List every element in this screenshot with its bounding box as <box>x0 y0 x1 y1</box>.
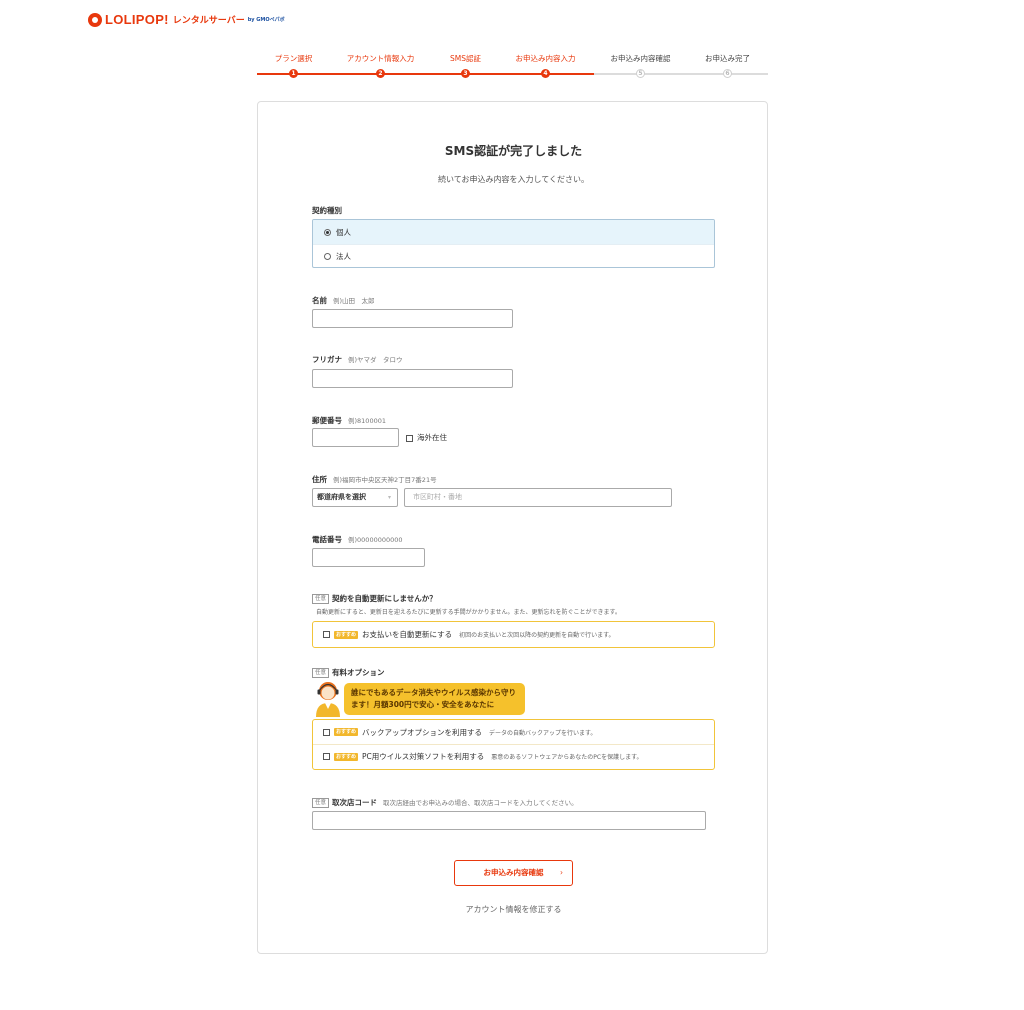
agency-hint: 取次店経由でお申込みの場合、取次店コードを入力してください。 <box>383 799 578 807</box>
step-number: 5 <box>636 69 645 78</box>
radio-label: 法人 <box>336 252 351 261</box>
auto-renew-label: 契約を自動更新にしませんか？ <box>332 594 437 603</box>
step-label: お申込み内容確認 <box>610 54 671 63</box>
step-label: プラン選択 <box>274 54 313 63</box>
optional-tag: 任意 <box>312 594 330 604</box>
radio-checked-icon <box>324 228 331 236</box>
checkbox-icon <box>406 434 413 442</box>
kana-label: フリガナ 例)ヤマダ タロウ <box>312 354 403 365</box>
step-number: 4 <box>541 69 550 78</box>
name-label-text: 名前 <box>312 296 327 305</box>
phone-hint: 例)00000000000 <box>348 536 403 544</box>
logo-subtitle: レンタルサーバー <box>172 16 245 26</box>
step-number: 1 <box>289 69 298 78</box>
address-label: 住所 例)福岡市中央区天神2丁目7番21号 <box>312 474 437 485</box>
step-label: お申込み内容入力 <box>515 54 576 63</box>
postal-label-text: 郵便番号 <box>312 416 342 425</box>
overseas-label: 海外在住 <box>417 433 447 442</box>
page-subtitle: 続いてお申込み内容を入力してください。 <box>437 175 590 184</box>
step-account: アカウント情報入力 2 <box>338 54 423 78</box>
recommend-badge: おすすめ <box>334 752 359 761</box>
radio-label: 個人 <box>336 227 351 237</box>
contract-type-group: 個人 法人 <box>312 219 715 268</box>
backup-option-desc: データの自動バックアップを行います。 <box>489 729 597 737</box>
step-number: 6 <box>723 69 732 78</box>
form-card: SMS認証が完了しました 続いてお申込み内容を入力してください。 契約種別 個人… <box>257 101 768 954</box>
name-hint: 例)山田 太郎 <box>333 297 375 305</box>
radio-corporation[interactable]: 法人 <box>313 244 714 267</box>
postal-label: 郵便番号 例)8100001 <box>312 415 386 426</box>
overseas-checkbox[interactable]: 海外在住 <box>406 432 447 443</box>
checkbox-icon <box>323 753 330 760</box>
auto-renew-description: 自動更新にすると、更新日を迎えるたびに更新する手間がかかりません。また、更新忘れ… <box>316 609 621 616</box>
step-sms: SMS認証 3 <box>423 54 508 78</box>
logo-text: LOLIPOP! <box>105 12 169 27</box>
backup-option-label: バックアップオプションを利用する <box>362 727 483 737</box>
auto-renew-option[interactable]: おすすめ お支払いを自動更新にする 初回のお支払いと次回以降の契約更新を自動で行… <box>313 622 714 647</box>
antivirus-option[interactable]: おすすめ PC用ウイルス対策ソフトを利用する 悪意のあるソフトウェアからあなたの… <box>313 744 714 768</box>
phone-label-text: 電話番号 <box>312 535 342 544</box>
step-input: お申込み内容入力 4 <box>503 54 588 78</box>
confirm-button[interactable]: お申込み内容確認 › <box>454 860 573 886</box>
chevron-down-icon: ▾ <box>387 494 391 501</box>
bubble-line-1: 誰にでもあるデータ消失やウイルス感染から守り <box>351 688 516 697</box>
checkbox-icon <box>323 728 330 736</box>
page-title: SMS認証が完了しました <box>444 144 583 158</box>
step-plan: プラン選択 1 <box>251 54 336 78</box>
logo[interactable]: LOLIPOP! レンタルサーバー by GMOペパボ <box>88 12 285 27</box>
support-avatar-icon <box>316 682 340 717</box>
backup-option[interactable]: おすすめ バックアップオプションを利用する データの自動バックアップを行います。 <box>313 720 714 744</box>
recommend-badge: おすすめ <box>334 630 359 639</box>
contract-type-label: 契約種別 <box>312 206 342 215</box>
phone-input[interactable] <box>312 548 425 567</box>
paid-options-label: 有料オプション <box>332 668 385 677</box>
city-input[interactable]: 市区町村・番地 <box>404 488 672 507</box>
name-label: 名前 例)山田 太郎 <box>312 295 375 306</box>
auto-renew-option-label: お支払いを自動更新にする <box>362 630 453 639</box>
progress-bar-remaining <box>594 73 768 75</box>
kana-input[interactable] <box>312 369 513 388</box>
step-number: 2 <box>376 69 385 78</box>
radio-unchecked-icon <box>324 253 331 260</box>
step-label: アカウント情報入力 <box>346 54 415 63</box>
auto-renew-heading: 任意 契約を自動更新にしませんか？ <box>312 593 437 604</box>
kana-hint: 例)ヤマダ タロウ <box>348 356 403 364</box>
postal-input[interactable] <box>312 428 399 447</box>
lollipop-icon <box>88 12 102 27</box>
gmo-logo: by GMOペパボ <box>247 17 285 23</box>
kana-label-text: フリガナ <box>312 355 342 364</box>
agency-heading: 任意 取次店コード 取次店経由でお申込みの場合、取次店コードを入力してください。 <box>312 797 578 808</box>
progress-steps: プラン選択 1 アカウント情報入力 2 SMS認証 3 お申込み内容入力 4 お… <box>257 54 768 80</box>
agency-label: 取次店コード <box>332 798 378 807</box>
step-number: 3 <box>461 69 470 78</box>
paid-options-bubble: 誰にでもあるデータ消失やウイルス感染から守り ます！月額300円で安心・安全をあ… <box>344 683 525 715</box>
optional-tag: 任意 <box>312 668 330 678</box>
address-label-text: 住所 <box>312 475 327 484</box>
bubble-line-2: ます！月額300円で安心・安全をあなたに <box>351 700 495 709</box>
step-confirm: お申込み内容確認 5 <box>598 54 683 78</box>
auto-renew-box: おすすめ お支払いを自動更新にする 初回のお支払いと次回以降の契約更新を自動で行… <box>312 621 715 648</box>
address-hint: 例)福岡市中央区天神2丁目7番21号 <box>333 476 437 484</box>
confirm-button-label: お申込み内容確認 <box>483 868 544 877</box>
antivirus-option-label: PC用ウイルス対策ソフトを利用する <box>362 752 485 761</box>
optional-tag: 任意 <box>312 798 330 808</box>
paid-options-box: おすすめ バックアップオプションを利用する データの自動バックアップを行います。… <box>312 719 715 770</box>
step-label: SMS認証 <box>450 54 481 63</box>
auto-renew-option-desc: 初回のお支払いと次回以降の契約更新を自動で行います。 <box>459 632 615 639</box>
name-input[interactable] <box>312 309 513 328</box>
chevron-right-icon: › <box>560 868 563 877</box>
agency-code-input[interactable] <box>312 811 706 830</box>
antivirus-option-desc: 悪意のあるソフトウェアからあなたのPCを保護します。 <box>491 754 643 761</box>
recommend-badge: おすすめ <box>334 728 359 736</box>
radio-individual[interactable]: 個人 <box>313 220 714 244</box>
checkbox-icon <box>323 631 330 638</box>
phone-label: 電話番号 例)00000000000 <box>312 534 403 545</box>
postal-hint: 例)8100001 <box>348 417 386 425</box>
step-label: お申込み完了 <box>705 54 750 63</box>
paid-options-heading: 任意 有料オプション <box>312 667 385 678</box>
prefecture-select[interactable]: 都道府県を選択 ▾ <box>312 488 398 507</box>
prefecture-value: 都道府県を選択 <box>317 493 366 501</box>
edit-account-link[interactable]: アカウント情報を修正する <box>258 904 769 915</box>
step-complete: お申込み完了 6 <box>685 54 770 78</box>
